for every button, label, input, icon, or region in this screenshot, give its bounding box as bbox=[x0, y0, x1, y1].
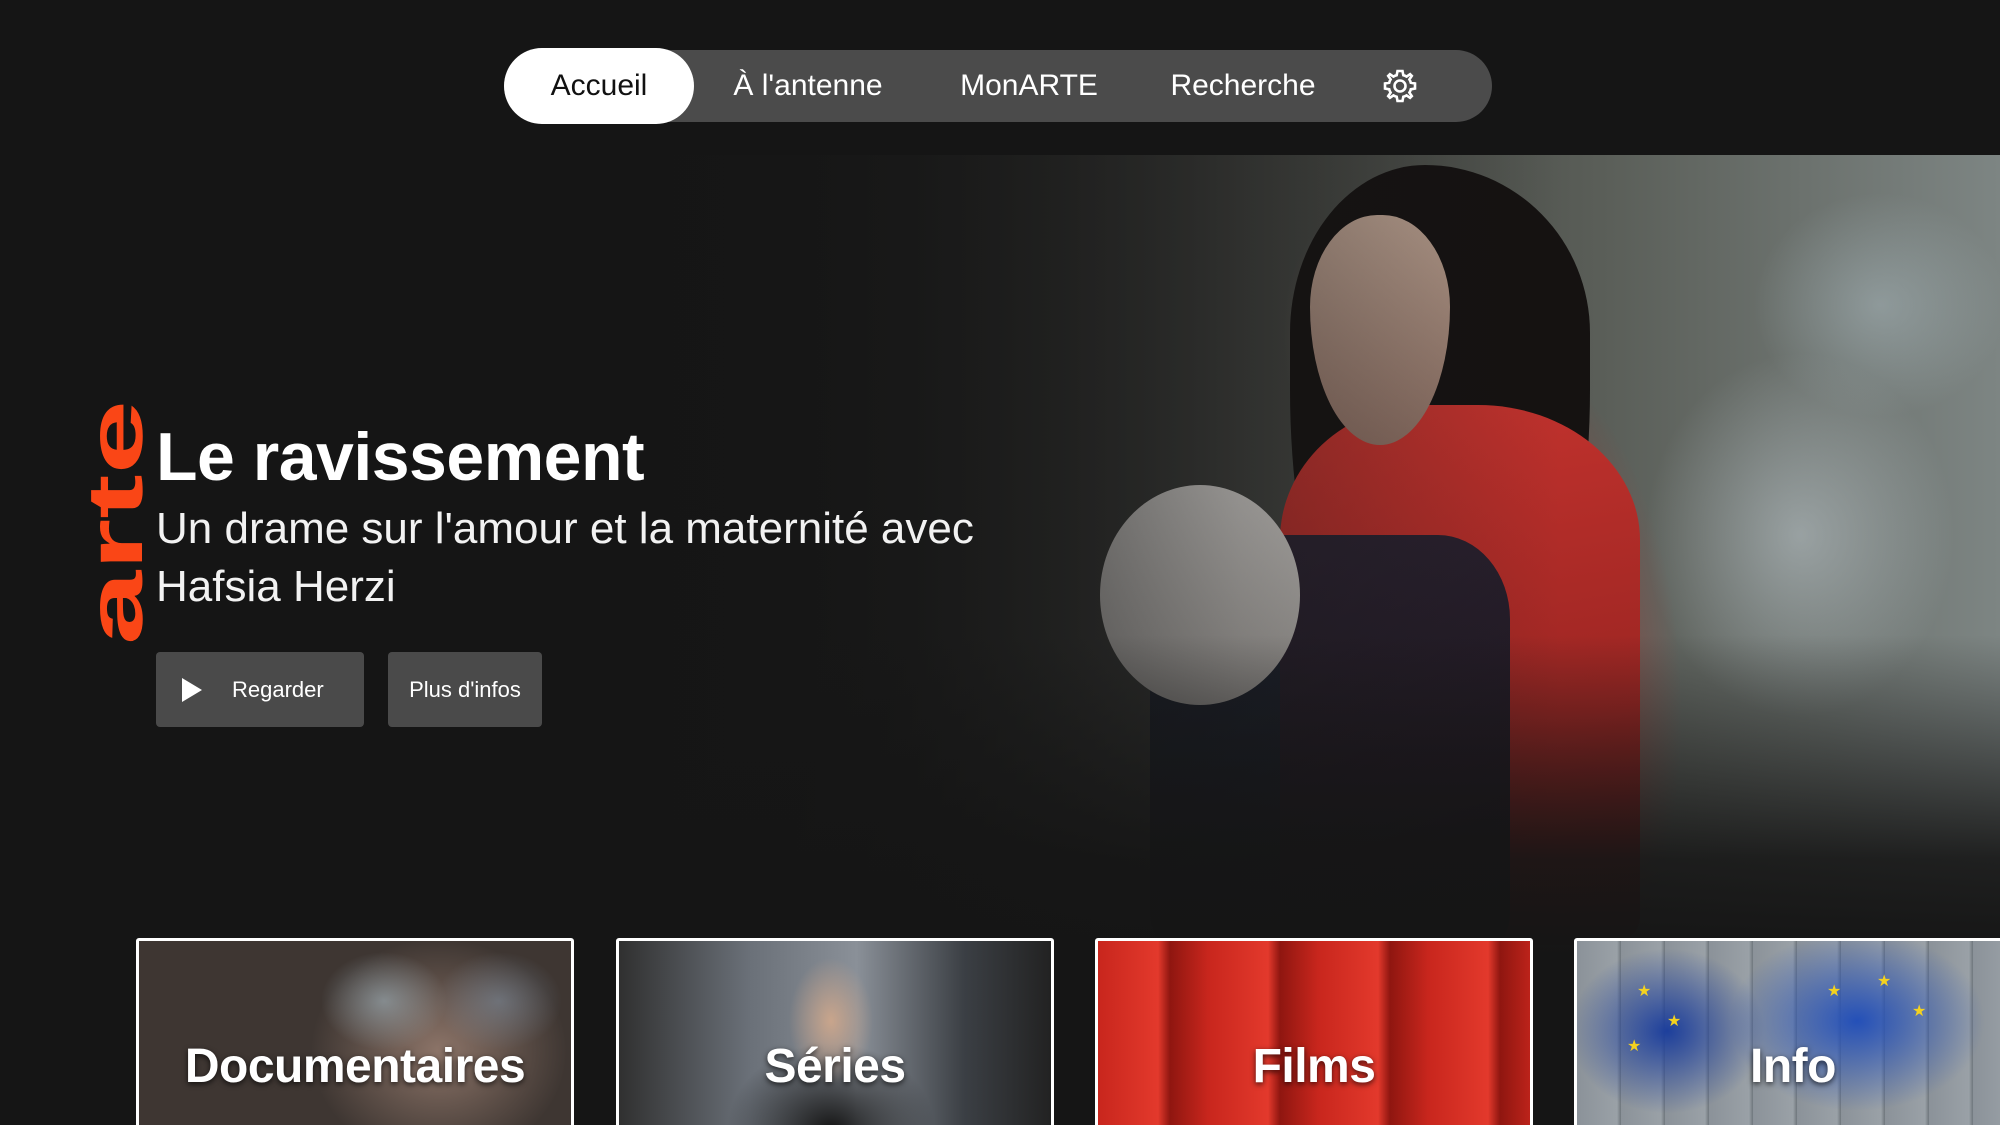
category-label: Documentaires bbox=[184, 1040, 526, 1093]
tab-a-l-antenne[interactable]: À l'antenne bbox=[694, 48, 922, 124]
eu-star-icon: ★ bbox=[1827, 983, 1842, 1000]
category-label: Séries bbox=[764, 1040, 906, 1093]
settings-button[interactable] bbox=[1350, 48, 1450, 124]
hero-title: Le ravissement bbox=[156, 419, 645, 495]
category-card-films[interactable]: Films bbox=[1095, 938, 1533, 1125]
category-label: Films bbox=[1252, 1040, 1376, 1093]
more-info-button[interactable]: Plus d'infos bbox=[388, 652, 542, 727]
tab-accueil[interactable]: Accueil bbox=[504, 48, 694, 124]
hero-subtitle: Un drame sur l'amour et la maternité ave… bbox=[156, 504, 974, 611]
eu-star-icon: ★ bbox=[1912, 1003, 1927, 1020]
eu-star-icon: ★ bbox=[1637, 983, 1652, 1000]
more-info-button-label: Plus d'infos bbox=[409, 676, 521, 702]
tab-recherche[interactable]: Recherche bbox=[1136, 48, 1350, 124]
category-card-info[interactable]: ★ ★ ★ ★ ★ ★ Info bbox=[1574, 938, 2000, 1125]
play-icon bbox=[182, 677, 202, 702]
eu-star-icon: ★ bbox=[1667, 1013, 1682, 1030]
arte-home-screen: Accueil À l'antenne MonARTE Recherche ar… bbox=[0, 0, 2000, 1125]
watch-button-label: Regarder bbox=[232, 676, 324, 702]
category-label: Info bbox=[1750, 1040, 1836, 1093]
category-card-documentaires[interactable]: Documentaires bbox=[136, 938, 574, 1125]
gear-icon bbox=[1383, 69, 1417, 103]
eu-star-icon: ★ bbox=[1877, 973, 1892, 990]
tab-monarte[interactable]: MonARTE bbox=[922, 48, 1136, 124]
arte-logo: arte bbox=[90, 400, 152, 645]
category-card-series[interactable]: Séries bbox=[616, 938, 1054, 1125]
top-navigation: Accueil À l'antenne MonARTE Recherche bbox=[504, 48, 1492, 124]
arte-logo-text: arte bbox=[90, 400, 152, 645]
watch-button[interactable]: Regarder bbox=[156, 652, 364, 727]
